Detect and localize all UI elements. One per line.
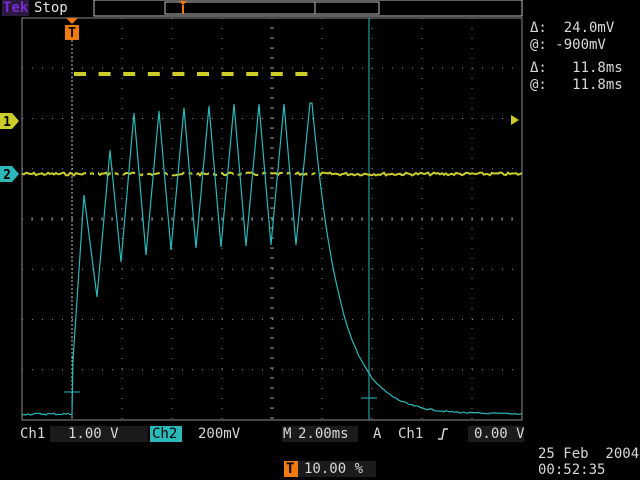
ch2-scale[interactable]: 200mV <box>198 426 240 442</box>
trigger-mode: A <box>373 426 382 442</box>
trigger-level[interactable]: 0.00 V <box>474 426 525 442</box>
ch1-label: Ch1 <box>20 426 46 442</box>
ch1-marker-label: 1 <box>3 115 11 130</box>
cursor-time-delta: Δ: 11.8ms <box>530 60 623 76</box>
trigger-position-label: T <box>68 26 76 41</box>
cursor-voltage-delta: Δ: 24.0mV <box>530 20 615 36</box>
brand-logo: Tek <box>2 0 30 16</box>
ch2-label[interactable]: Ch2 <box>152 426 177 442</box>
time-display: 00:52:35 <box>538 462 606 478</box>
ch1-scale[interactable]: 1.00 V <box>68 426 119 442</box>
ch2-marker-label: 2 <box>3 168 11 183</box>
trigger-source[interactable]: Ch1 <box>398 426 423 442</box>
timebase-prefix: M <box>283 426 292 442</box>
acquisition-state: Stop <box>34 0 68 16</box>
cursor-time-at: @: 11.8ms <box>530 77 623 93</box>
trigger-position-value[interactable]: 10.00 % <box>304 461 363 477</box>
rising-edge-icon <box>438 428 448 440</box>
timebase-value[interactable]: 2.00ms <box>298 426 349 442</box>
cursor-voltage-at: @: -900mV <box>530 37 606 53</box>
trigger-position-footer-label: T <box>286 461 295 477</box>
date-display: 25 Feb 2004 <box>538 446 640 462</box>
